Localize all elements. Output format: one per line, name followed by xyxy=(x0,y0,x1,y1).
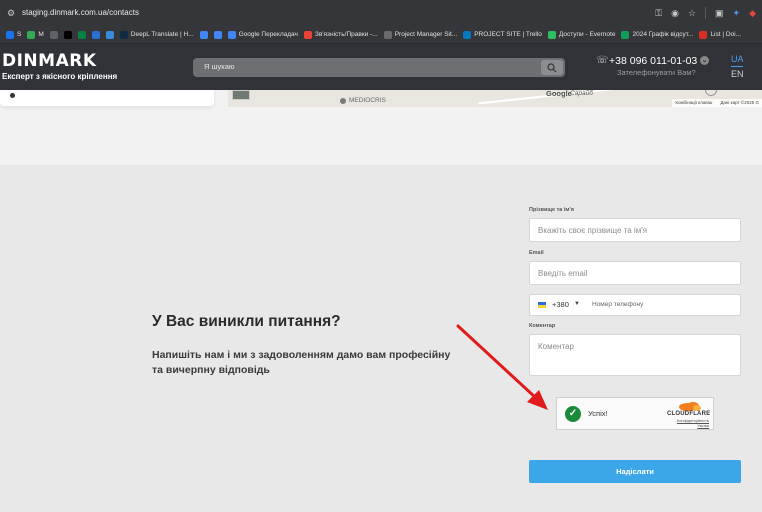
red-arrow-annotation xyxy=(456,324,548,410)
page: ⚙ staging.dinmark.com.ua/contacts ⚿ ◉ ☆ … xyxy=(0,0,762,512)
